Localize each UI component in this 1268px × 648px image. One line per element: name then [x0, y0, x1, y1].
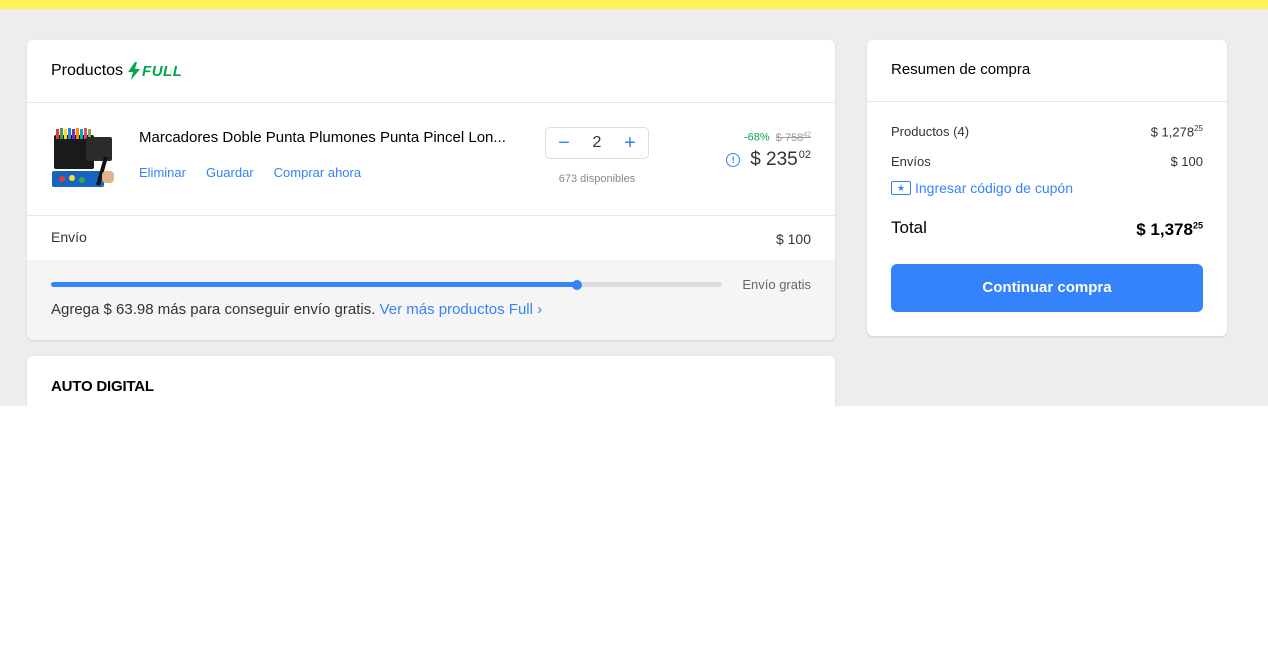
current-price-cents: 02 — [798, 149, 811, 161]
coupon-icon: ★ — [891, 181, 911, 195]
total-label: Total — [891, 218, 927, 237]
products-card: Productos FULL Marcadores Doble Punta Pl… — [27, 40, 835, 340]
current-price: $ 235 — [750, 149, 798, 170]
summary-products-label: Productos (4) — [891, 124, 970, 139]
summary-products-value: $ 1,27825 — [1150, 124, 1203, 140]
info-icon[interactable]: ! — [726, 153, 741, 167]
total-row: Total $ 1,37825 — [891, 218, 1203, 240]
summary-products-row: Productos (4) $ 1,27825 — [891, 124, 1203, 139]
seller-name: AUTO DIGITAL — [51, 378, 154, 395]
header-bar — [0, 0, 1268, 9]
progress-fill — [51, 282, 578, 287]
available-stock: 673 disponibles — [558, 173, 636, 185]
free-shipping-message: Agrega $ 63.98 más para conseguir envío … — [51, 301, 543, 318]
summary-shipping-value: $ 100 — [1170, 154, 1203, 169]
item-actions: Eliminar Guardar Comprar ahora — [139, 165, 361, 180]
quantity-stepper: − 2 + — [545, 127, 649, 159]
free-shipping-section: Envío gratis Agrega $ 63.98 más para con… — [27, 260, 835, 340]
products-header: Productos FULL — [27, 40, 835, 103]
save-link[interactable]: Guardar — [206, 165, 254, 180]
free-shipping-label: Envío gratis — [742, 277, 811, 292]
summary-title: Resumen de compra — [867, 40, 1227, 102]
product-image[interactable] — [50, 127, 116, 191]
cart-item: Marcadores Doble Punta Plumones Punta Pi… — [27, 103, 835, 216]
coupon-link[interactable]: ★ Ingresar código de cupón — [891, 180, 1073, 196]
progress-knob — [572, 279, 583, 290]
remove-link[interactable]: Eliminar — [139, 165, 186, 180]
shipping-value: $ 100 — [775, 231, 811, 247]
free-shipping-progress — [51, 279, 722, 290]
see-more-full-link[interactable]: Ver más productos Full › — [380, 301, 543, 318]
shipping-label: Envío — [51, 229, 87, 245]
original-price: $ 75842 — [775, 131, 811, 144]
increase-button[interactable]: + — [622, 133, 638, 153]
page-background: Productos FULL Marcadores Doble Punta Pl… — [0, 9, 1268, 406]
summary-card: Resumen de compra Productos (4) $ 1,2782… — [867, 40, 1227, 336]
quantity-value[interactable]: 2 — [593, 134, 602, 152]
full-badge-label: FULL — [142, 62, 183, 80]
decrease-button[interactable]: − — [556, 133, 572, 153]
summary-shipping-label: Envíos — [891, 154, 931, 169]
full-badge: FULL — [128, 62, 182, 80]
product-title[interactable]: Marcadores Doble Punta Plumones Punta Pi… — [139, 129, 506, 146]
lightning-icon — [128, 62, 141, 80]
price-line: ! $ 235 02 — [726, 149, 811, 171]
continue-purchase-button[interactable]: Continuar compra — [891, 264, 1203, 312]
discount-line: -68% $ 75842 — [744, 131, 811, 144]
total-value: $ 1,37825 — [1136, 220, 1203, 239]
shipping-row: Envío $ 100 — [27, 216, 835, 260]
products-title: Productos — [51, 62, 124, 79]
buy-now-link[interactable]: Comprar ahora — [274, 165, 361, 180]
summary-shipping-row: Envíos $ 100 — [891, 154, 1203, 169]
discount-percent: -68% — [743, 131, 770, 144]
coupon-label[interactable]: Ingresar código de cupón — [915, 180, 1073, 196]
seller-card: AUTO DIGITAL — [27, 356, 835, 406]
